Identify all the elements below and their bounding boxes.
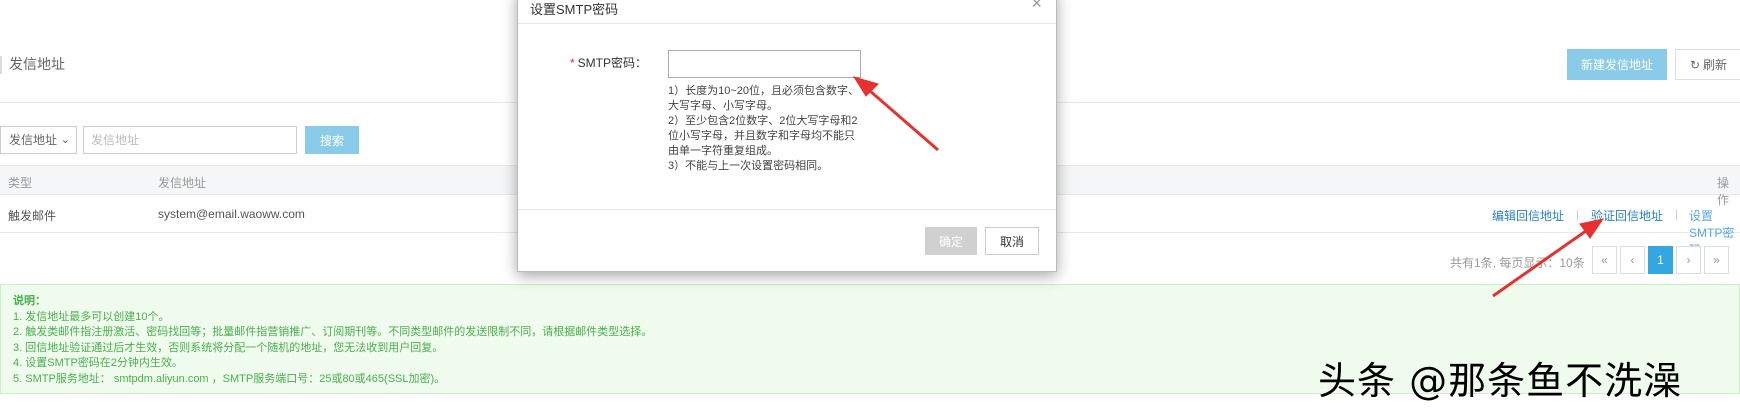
instructions-title: 说明：	[13, 295, 46, 307]
cell-type: 触发邮件	[8, 209, 57, 223]
edit-reply-address-link[interactable]: 编辑回信地址	[1492, 207, 1564, 224]
dialog-title: 设置SMTP密码	[530, 2, 619, 17]
next-page-button[interactable]: ›	[1676, 246, 1701, 274]
smtp-password-input[interactable]	[668, 50, 861, 78]
new-sender-address-button[interactable]: 新建发信地址	[1567, 49, 1667, 80]
hint-line: 1）长度为10~20位，且必须包含数字、	[668, 85, 860, 97]
hint-line: 3）不能与上一次设置密码相同。	[668, 160, 829, 172]
search-field-select-value: 发信地址	[9, 133, 58, 147]
verify-reply-address-link[interactable]: 验证回信地址	[1591, 207, 1663, 224]
password-rules-hint: 1）长度为10~20位，且必须包含数字、 大写字母、小写字母。 2）至少包含2位…	[668, 84, 868, 174]
action-separator: |	[1675, 207, 1679, 221]
smtp-password-label: * SMTP密码：	[570, 54, 647, 71]
column-header-address: 发信地址	[158, 176, 207, 190]
refresh-button[interactable]: ↻ 刷新	[1675, 49, 1740, 80]
pagination-summary: 共有1条, 每页显示：10条	[1450, 256, 1585, 270]
refresh-icon: ↻	[1689, 58, 1701, 72]
page: 发信地址 新建发信地址 ↻刷新 发信地址 ⌄ 搜索 类型 发信地址 状态 操作 …	[0, 0, 1740, 411]
header-accent-bar	[0, 56, 2, 74]
instruction-line: 1. 发信地址最多可以创建10个。	[13, 310, 170, 323]
action-separator: |	[1576, 207, 1580, 221]
column-header-type: 类型	[8, 176, 33, 190]
page-1-button[interactable]: 1	[1648, 246, 1673, 274]
hint-line: 位小写字母，并且数字和字母均不能只	[668, 130, 855, 142]
required-marker: *	[570, 56, 575, 70]
hint-line: 2）至少包含2位数字、2位大写字母和2	[668, 115, 858, 127]
search-field-select[interactable]: 发信地址 ⌄	[0, 126, 77, 154]
chevron-down-icon: ⌄	[60, 134, 70, 146]
smtp-password-label-text: SMTP密码：	[577, 56, 648, 70]
page-title: 发信地址	[9, 56, 65, 72]
refresh-label: 刷新	[1703, 58, 1728, 72]
first-page-button[interactable]: «	[1592, 246, 1617, 274]
last-page-button[interactable]: »	[1704, 246, 1729, 274]
search-input[interactable]	[83, 126, 297, 154]
dialog-header: 设置SMTP密码 ×	[518, 0, 1056, 24]
cell-address: system@email.waoww.com	[158, 207, 305, 221]
close-icon[interactable]: ×	[1031, 0, 1042, 14]
prev-page-button[interactable]: ‹	[1620, 246, 1645, 274]
dialog-footer-divider	[518, 209, 1056, 210]
hint-line: 大写字母、小写字母。	[668, 100, 778, 112]
watermark: 头条 @那条鱼不洗澡	[1318, 359, 1683, 403]
confirm-button[interactable]: 确定	[925, 227, 977, 255]
search-button[interactable]: 搜索	[305, 126, 359, 154]
cancel-button[interactable]: 取消	[985, 227, 1039, 255]
instruction-line: 2. 触发类邮件指注册激活、密码找回等；批量邮件指营销推广、订阅期刊等。不同类型…	[13, 326, 653, 338]
set-smtp-password-dialog: 设置SMTP密码 × * SMTP密码： 1）长度为10~20位，且必须包含数字、…	[517, 0, 1057, 272]
hint-line: 由单一字符重复组成。	[668, 145, 778, 157]
